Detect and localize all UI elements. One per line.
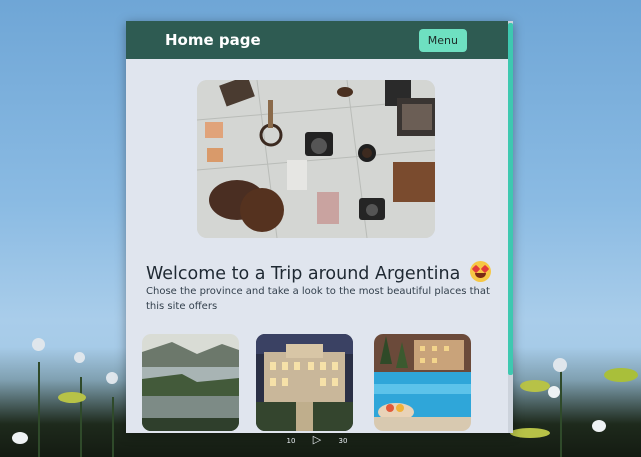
media-controls: 10 ▷ 30 [284, 431, 350, 447]
forward-30-button[interactable]: 30 [336, 433, 350, 446]
province-card-lake[interactable] [142, 334, 239, 431]
play-icon: ▷ [312, 432, 322, 446]
travel-flatlay-photo [197, 80, 435, 238]
rewind-10-button[interactable]: 10 [284, 433, 298, 446]
rewind-10-label: 10 [286, 436, 296, 445]
play-button[interactable]: ▷ [310, 433, 324, 446]
scrollbar[interactable] [508, 21, 513, 433]
welcome-title-text: Welcome to a Trip around Argentina [146, 264, 461, 284]
scrollbar-thumb[interactable] [508, 23, 513, 375]
forward-30-label: 30 [338, 436, 348, 445]
palace-building-photo [256, 334, 353, 431]
pool-resort-photo [374, 334, 471, 431]
app-window: Home page Menu Welcome to a Trip around … [126, 21, 513, 433]
page-title: Home page [165, 31, 261, 49]
province-card-pool[interactable] [374, 334, 471, 431]
header-bar: Home page Menu [126, 21, 513, 59]
welcome-subtitle: Chose the province and take a look to th… [146, 286, 490, 312]
province-card-palace[interactable] [256, 334, 353, 431]
menu-button[interactable]: Menu [418, 28, 467, 52]
welcome-heading: Welcome to a Trip around Argentina [146, 261, 491, 284]
lake-landscape-photo [142, 334, 239, 431]
star-struck-emoji-icon [469, 261, 491, 282]
